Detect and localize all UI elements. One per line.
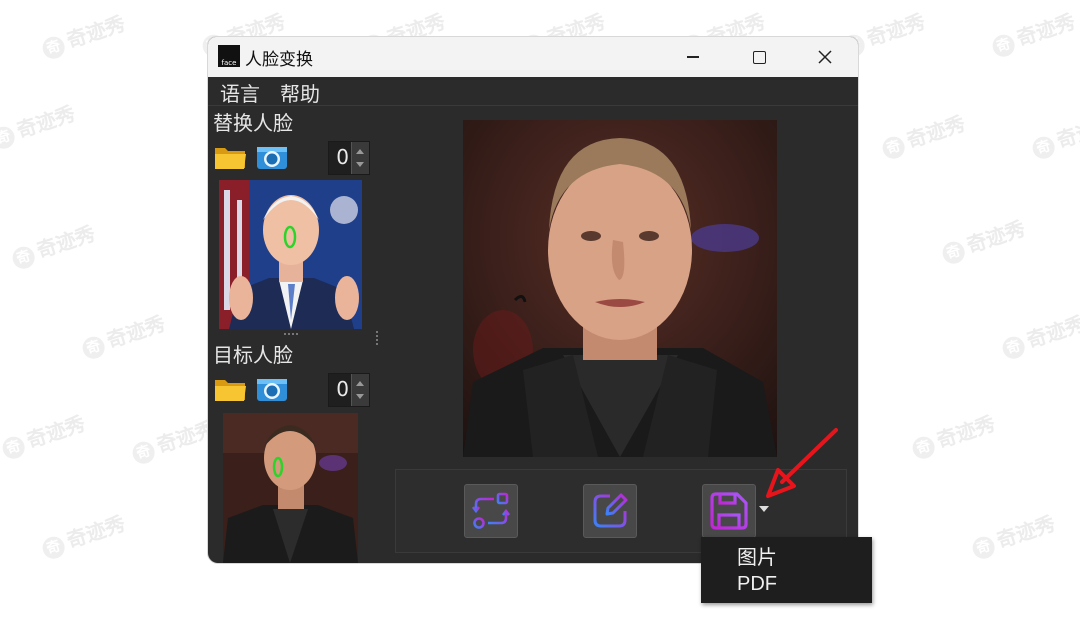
watermark: 奇奇迹秀 (128, 412, 219, 467)
menu-language[interactable]: 语言 (220, 78, 260, 107)
target-face-image (223, 413, 358, 563)
target-face-index-spinbox[interactable]: 0 (328, 373, 370, 407)
splitter-handle[interactable] (284, 333, 298, 337)
watermark: 奇奇迹秀 (878, 107, 969, 162)
save-icon (710, 492, 748, 530)
watermark: 奇奇迹秀 (988, 5, 1079, 60)
watermark: 奇奇迹秀 (908, 407, 999, 462)
spin-down-icon[interactable] (356, 394, 364, 399)
save-as-image-option[interactable]: 图片 (737, 541, 777, 570)
source-face-image (219, 180, 362, 329)
watermark: 奇奇迹秀 (1028, 107, 1080, 162)
target-face-thumbnail[interactable] (223, 413, 358, 563)
spin-arrows[interactable] (351, 374, 369, 406)
minimize-icon (687, 56, 699, 58)
watermark: 奇奇迹秀 (0, 407, 88, 462)
watermark: 奇奇迹秀 (968, 507, 1059, 562)
title-bar[interactable]: face 人脸变换 (208, 37, 858, 77)
watermark: 奇奇迹秀 (38, 507, 129, 562)
edit-button[interactable] (583, 484, 637, 538)
swap-icon (471, 492, 511, 529)
watermark: 奇奇迹秀 (938, 212, 1029, 267)
watermark: 奇奇迹秀 (78, 307, 169, 362)
folder-icon[interactable] (214, 376, 247, 402)
window-title: 人脸变换 (245, 50, 313, 70)
close-button[interactable] (802, 37, 848, 77)
source-face-thumbnail[interactable] (219, 180, 362, 329)
spin-arrows[interactable] (351, 142, 369, 174)
spin-up-icon[interactable] (356, 149, 364, 154)
splitter-handle-vertical[interactable] (376, 331, 380, 345)
result-image (463, 120, 777, 457)
camera-icon[interactable] (256, 376, 288, 402)
source-face-label: 替换人脸 (213, 111, 293, 135)
watermark: 奇奇迹秀 (8, 217, 99, 272)
menu-bar: 语言 帮助 (208, 77, 858, 106)
source-face-index-value: 0 (336, 145, 349, 169)
target-face-label: 目标人脸 (213, 343, 293, 367)
maximize-button[interactable] (736, 37, 782, 77)
spin-down-icon[interactable] (356, 162, 364, 167)
watermark: 奇奇迹秀 (998, 307, 1080, 362)
spin-up-icon[interactable] (356, 381, 364, 386)
save-format-menu: 图片 PDF (701, 537, 872, 603)
annotation-arrow-icon (766, 428, 838, 498)
edit-icon (593, 493, 628, 528)
target-face-index-value: 0 (336, 377, 349, 401)
watermark: 奇奇迹秀 (38, 7, 129, 62)
swap-face-button[interactable] (464, 484, 518, 538)
save-as-pdf-option[interactable]: PDF (737, 573, 777, 596)
maximize-icon (752, 50, 766, 64)
camera-icon[interactable] (256, 144, 288, 170)
save-dropdown-arrow[interactable] (759, 506, 769, 512)
save-button[interactable] (702, 484, 756, 538)
menu-help[interactable]: 帮助 (280, 78, 320, 107)
close-icon (818, 50, 832, 64)
watermark: 奇奇迹秀 (0, 97, 78, 152)
minimize-button[interactable] (670, 37, 716, 77)
result-photo (463, 120, 777, 457)
app-icon: face (218, 45, 240, 67)
folder-icon[interactable] (214, 144, 247, 170)
source-face-index-spinbox[interactable]: 0 (328, 141, 370, 175)
